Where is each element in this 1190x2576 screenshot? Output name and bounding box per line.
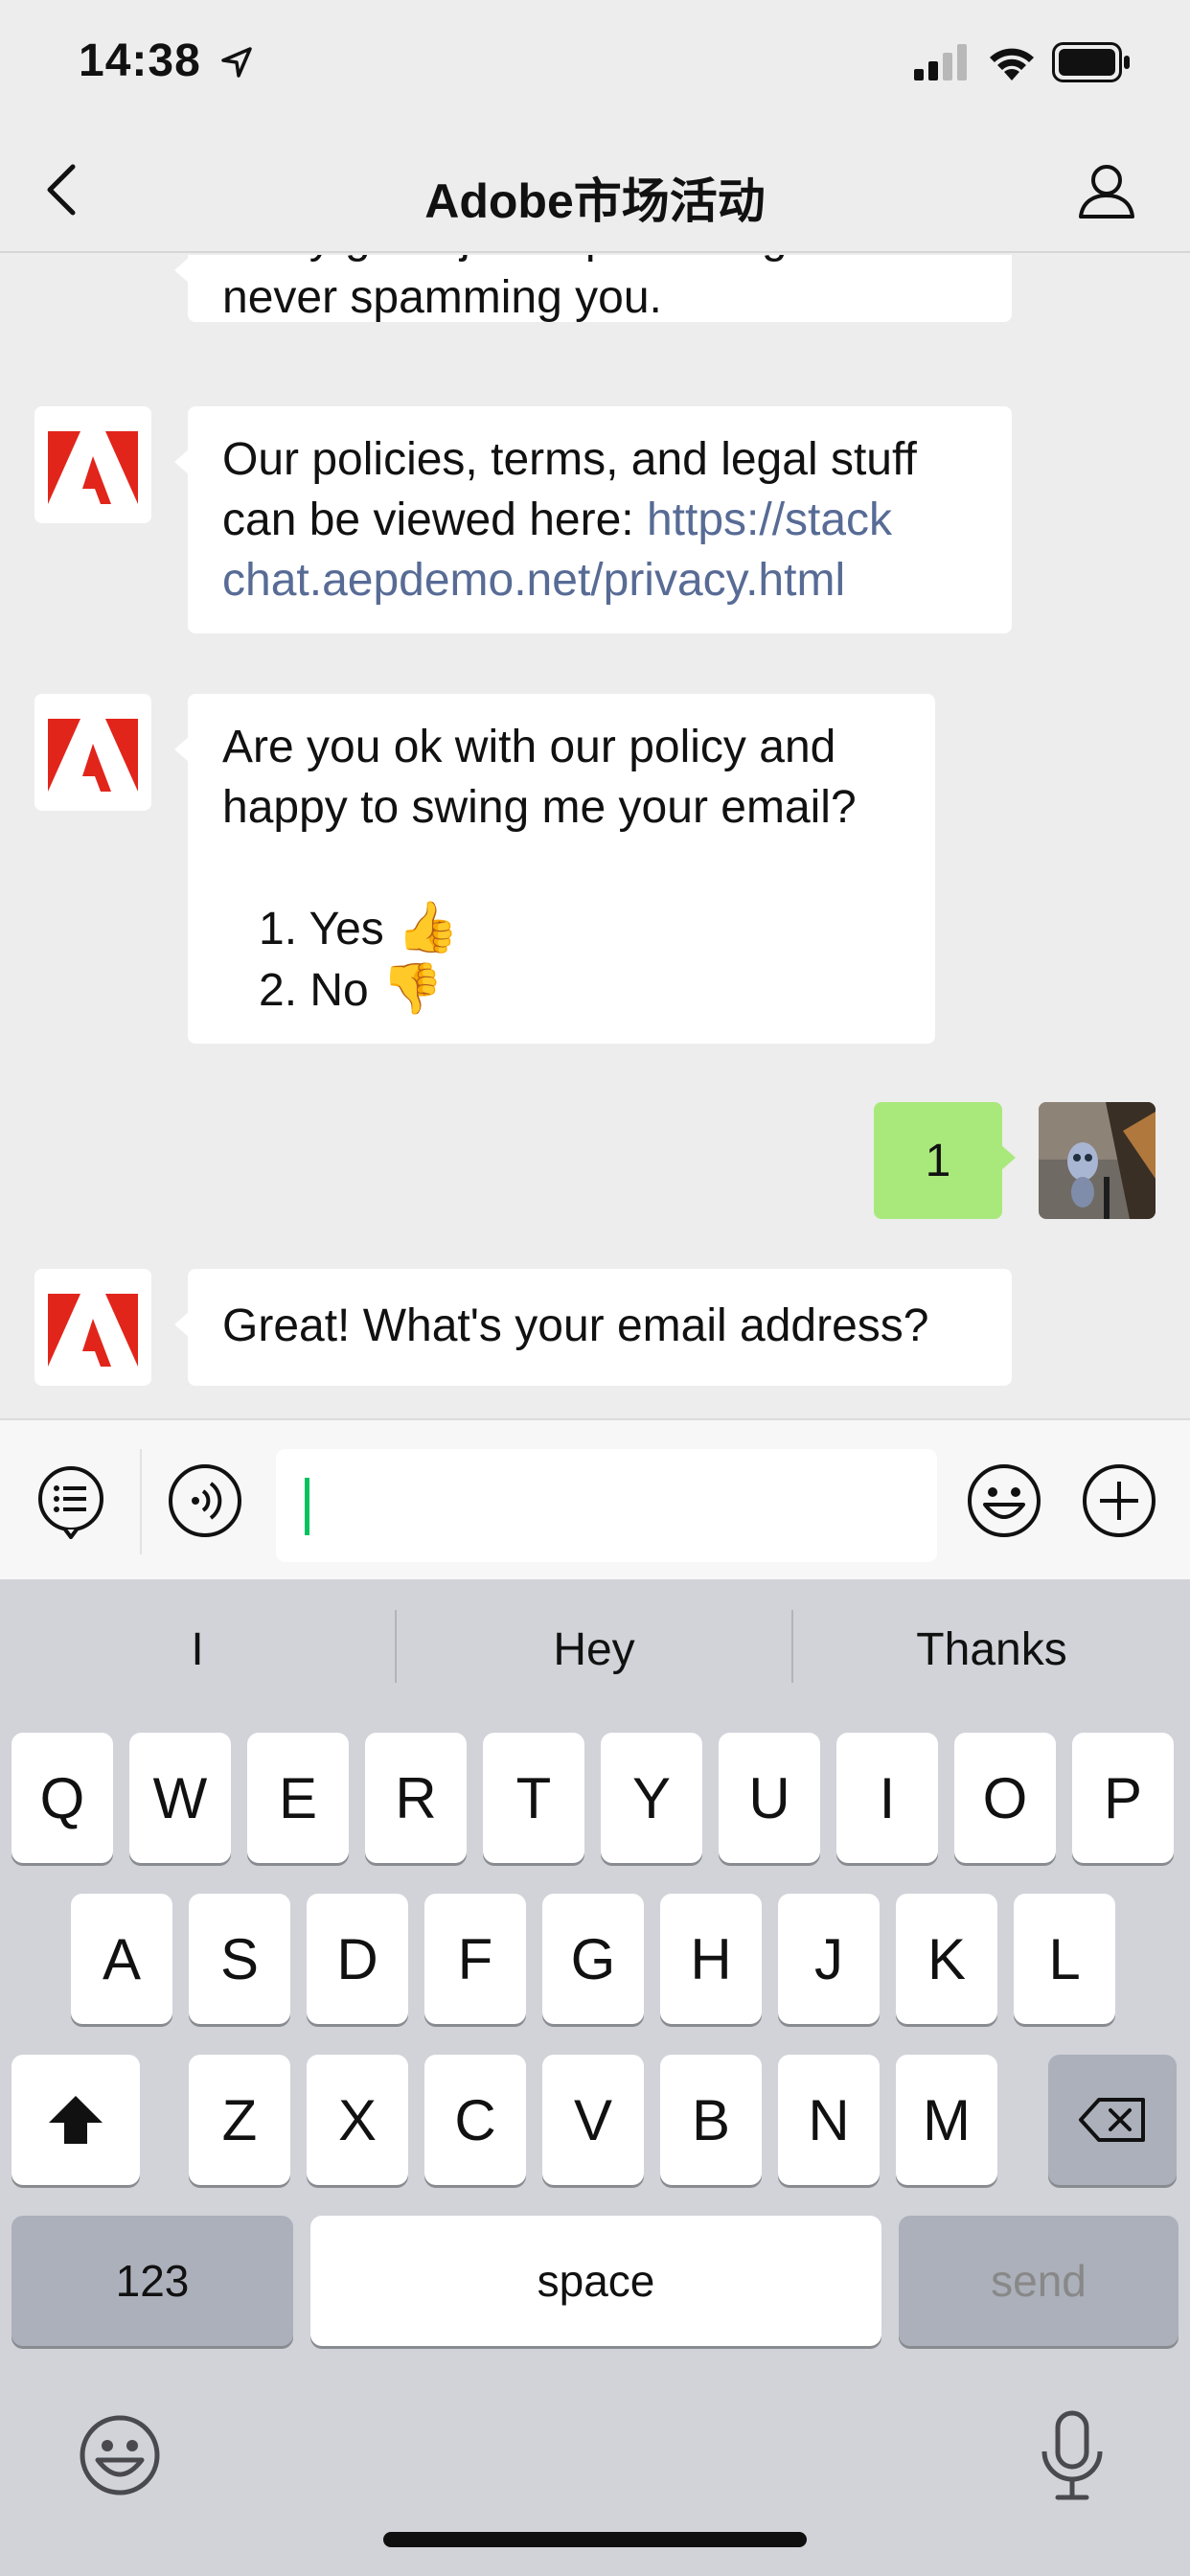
message-line: really good job of protecting it and (222, 255, 912, 267)
adobe-logo-icon (34, 694, 151, 811)
key-p[interactable]: P (1072, 1733, 1174, 1863)
status-bar: 14:38 (0, 0, 1190, 126)
divider (140, 1449, 142, 1554)
key-i[interactable]: I (836, 1733, 938, 1863)
message-text: 1 (925, 1136, 951, 1186)
keyboard: I Hey Thanks Q W E R T Y U I O P A S D F… (0, 1579, 1190, 2576)
delete-key[interactable] (1048, 2055, 1177, 2185)
privacy-link[interactable]: chat.aepdemo.net/privacy.html (222, 550, 977, 610)
text-cursor (305, 1478, 309, 1535)
adobe-avatar[interactable] (34, 406, 151, 523)
key-m[interactable]: M (896, 2055, 997, 2185)
privacy-link[interactable]: https://stack (647, 494, 892, 545)
list-menu-icon[interactable] (33, 1462, 109, 1539)
message-line: never spamming you. (222, 272, 662, 323)
message-line: can be viewed here: https://stack (222, 490, 977, 550)
emoji-keyboard-icon[interactable] (77, 2409, 163, 2501)
input-bar (0, 1418, 1190, 1579)
message-line: Are you ok with our policy and (222, 722, 836, 772)
key-t[interactable]: T (483, 1733, 584, 1863)
bot-message-bubble: Are you ok with our policy and happy to … (174, 694, 935, 1044)
message-text: can be viewed here: (222, 494, 647, 545)
plus-circle-icon[interactable] (1081, 1462, 1157, 1539)
option-text: 1. Yes (259, 904, 384, 954)
key-x[interactable]: X (307, 2055, 408, 2185)
key-k[interactable]: K (896, 1894, 997, 2024)
backspace-icon (1079, 2098, 1145, 2142)
nav-bar: Adobe市场活动 (0, 126, 1190, 253)
adobe-avatar[interactable] (34, 694, 151, 811)
key-f[interactable]: F (424, 1894, 526, 2024)
key-j[interactable]: J (778, 1894, 880, 2024)
chat-message-list[interactable]: really good job of protecting it and nev… (0, 255, 1190, 1416)
key-v[interactable]: V (542, 2055, 644, 2185)
person-icon[interactable] (1077, 161, 1136, 220)
user-avatar[interactable] (1039, 1102, 1156, 1219)
wifi-icon (990, 48, 1034, 80)
shift-key[interactable] (11, 2055, 140, 2185)
adobe-logo-icon (34, 406, 151, 523)
key-z[interactable]: Z (189, 2055, 290, 2185)
key-g[interactable]: G (542, 1894, 644, 2024)
key-n[interactable]: N (778, 2055, 880, 2185)
key-o[interactable]: O (954, 1733, 1056, 1863)
key-y[interactable]: Y (601, 1733, 702, 1863)
page-title: Adobe市场活动 (424, 174, 766, 228)
bot-message-bubble: Our policies, terms, and legal stuff can… (174, 406, 1012, 633)
status-time: 14:38 (79, 35, 201, 86)
bot-message-bubble: Great! What's your email address? (174, 1269, 1012, 1386)
voice-input-icon[interactable] (167, 1462, 243, 1539)
microphone-icon[interactable] (1029, 2409, 1115, 2501)
shift-icon (49, 2096, 103, 2144)
suggestion-2[interactable]: Hey (397, 1579, 791, 1719)
home-indicator[interactable] (383, 2532, 807, 2547)
option-yes: 1. Yes 👍 (222, 898, 901, 959)
key-a[interactable]: A (71, 1894, 172, 2024)
cellular-signal-icon (914, 44, 967, 80)
user-photo-icon (1039, 1102, 1156, 1219)
space-key[interactable]: space (310, 2216, 881, 2346)
battery-icon (1052, 42, 1130, 82)
user-message-bubble: 1 (874, 1102, 1016, 1219)
suggestion-3[interactable]: Thanks (793, 1579, 1190, 1719)
send-key[interactable]: send (899, 2216, 1179, 2346)
key-c[interactable]: C (424, 2055, 526, 2185)
key-w[interactable]: W (129, 1733, 231, 1863)
numbers-key[interactable]: 123 (11, 2216, 293, 2346)
adobe-avatar[interactable] (34, 1269, 151, 1386)
location-arrow-icon (221, 47, 252, 78)
bot-message-bubble: really good job of protecting it and nev… (174, 255, 1012, 323)
suggestion-1[interactable]: I (0, 1579, 395, 1719)
thumbs-up-icon: 👍 (397, 899, 459, 956)
key-d[interactable]: D (307, 1894, 408, 2024)
key-u[interactable]: U (719, 1733, 820, 1863)
key-q[interactable]: Q (11, 1733, 113, 1863)
key-s[interactable]: S (189, 1894, 290, 2024)
adobe-logo-icon (34, 1269, 151, 1386)
key-b[interactable]: B (660, 2055, 762, 2185)
message-text: Great! What's your email address? (222, 1300, 929, 1351)
option-no: 2. No 👎 (222, 959, 901, 1021)
key-h[interactable]: H (660, 1894, 762, 2024)
message-line: happy to swing me your email? (222, 782, 857, 833)
option-text: 2. No (259, 965, 369, 1016)
smiley-icon[interactable] (966, 1462, 1042, 1539)
message-line: Our policies, terms, and legal stuff (222, 434, 917, 485)
key-l[interactable]: L (1014, 1894, 1115, 2024)
key-e[interactable]: E (247, 1733, 349, 1863)
thumbs-down-icon: 👎 (381, 960, 444, 1018)
message-input[interactable] (276, 1449, 937, 1562)
key-r[interactable]: R (365, 1733, 467, 1863)
